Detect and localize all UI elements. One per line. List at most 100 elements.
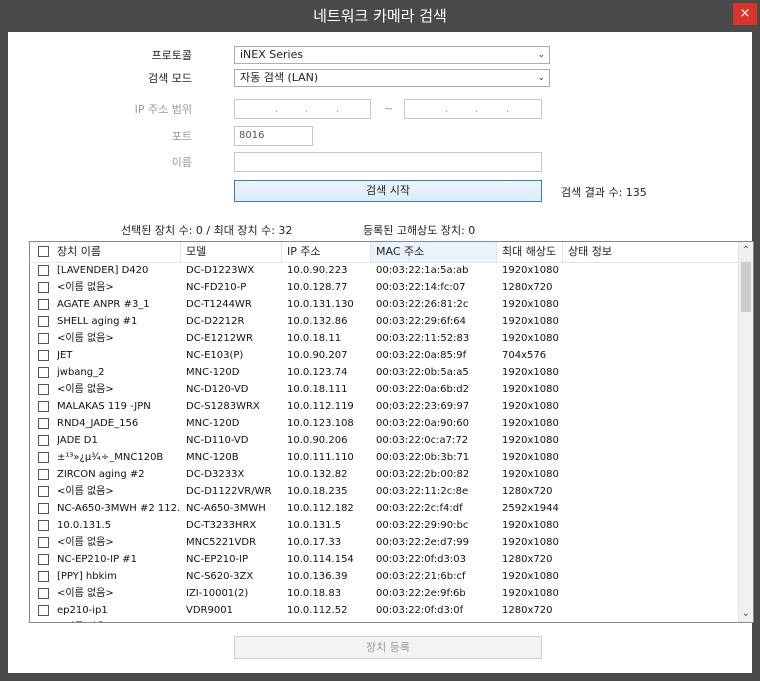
cell-mac: 00:03:22:0f:d3:03 [376,554,466,565]
scroll-up-icon[interactable]: ⌃ [739,242,753,259]
chevron-down-icon: ⌄ [537,50,545,60]
table-row[interactable]: <이름 없음> DC-E1212WR 10.0.18.11 00:03:22:11:5… [30,330,739,347]
cell-status [568,347,738,364]
cell-status [568,534,738,551]
row-checkbox[interactable] [38,503,49,514]
cell-device-name: JET [57,350,73,361]
table-row[interactable]: [PPY] hbkim NC-S620-3ZX 10.0.136.39 00:03:2… [30,568,739,585]
protocol-select[interactable]: iNEX Series ⌄ [234,46,550,64]
cell-ip: 10.0.128.77 [287,282,348,293]
column-header-device-name[interactable]: 장치 이름 [30,242,181,262]
cell-ip: 10.0.132.82 [287,469,348,480]
cell-device-name: <이름 없음> [57,384,114,395]
row-checkbox[interactable] [38,537,49,548]
row-checkbox[interactable] [38,350,49,361]
row-checkbox[interactable] [38,333,49,344]
cell-ip: 10.0.123.74 [287,367,348,378]
table-row[interactable]: JET NC-E103(P) 10.0.90.207 00:03:22:0a:85:9… [30,347,739,364]
cell-device-name: ±¹³»¿µ¾÷_MNC120B [57,452,164,463]
cell-model: NC-S620-3ZX [186,571,254,582]
cell-device-name: [PPY] hbkim [57,571,117,582]
cell-model: DC-D1223WX [186,265,255,276]
table-row[interactable]: AGATE ANPR #3_1 DC-T1244WR 10.0.131.130 00:… [30,296,739,313]
row-checkbox[interactable] [38,367,49,378]
row-checkbox[interactable] [38,265,49,276]
cell-device-name: <이름 없음> [57,333,114,344]
column-header-mac[interactable]: MAC 주소 [371,242,497,262]
column-header-model[interactable]: 모델 [181,242,282,262]
registered-hd-count: 등록된 고해상도 장치: 0 [363,224,476,237]
scroll-down-icon[interactable]: ⌄ [739,605,753,622]
register-device-button[interactable]: 장치 등록 [234,636,542,659]
cell-ip: 10.0.17.33 [287,537,342,548]
row-checkbox[interactable] [38,486,49,497]
select-all-checkbox[interactable] [38,246,49,257]
row-checkbox[interactable] [38,588,49,599]
table-row[interactable]: <이름 없음> DC-Y1513W 10.0.131.17200:03:22:26:… [30,619,739,623]
port-input[interactable]: 8016 [234,126,313,146]
table-row[interactable]: 10.0.131.5 DC-T3233HRX 10.0.131.5 00:03:22:… [30,517,739,534]
device-table[interactable]: 장치 이름 모델 IP 주소 MAC 주소 최대 해상도 상태 정보 [LAVE… [29,241,754,623]
table-row[interactable]: <이름 없음> NC-FD210-P 10.0.128.77 00:03:22:14:… [30,279,739,296]
port-value: 8016 [239,130,265,141]
vertical-scrollbar[interactable]: ⌃ ⌄ [738,242,753,622]
row-checkbox[interactable] [38,520,49,531]
cell-device-name: jwbang_2 [57,367,105,378]
cell-ip: 10.0.131.130 [287,299,354,310]
cell-status [568,500,738,517]
table-row[interactable]: NC-A650-3MWH #2 112.... NC-A650-3MWH 10.0.… [30,500,739,517]
cell-mac: 00:03:22:2e:d7:99 [376,537,469,548]
row-checkbox[interactable] [38,299,49,310]
cell-mac: 00:03:22:26:13:a7 [376,619,472,622]
row-checkbox[interactable] [38,418,49,429]
cell-model: MNC-120D [186,418,240,429]
cell-device-name: <이름 없음> [57,486,114,497]
cell-model: VDR9001 [186,605,233,616]
name-input[interactable] [234,152,542,172]
cell-ip: 10.0.112.119 [287,401,354,412]
cell-ip: 10.0.112.182 [287,503,354,514]
cell-device-name: <이름 없음> [57,282,114,293]
ip-range-end-input[interactable]: ... [404,99,542,119]
row-checkbox[interactable] [38,605,49,616]
row-checkbox[interactable] [38,316,49,327]
search-start-button[interactable]: 검색 시작 [234,180,542,202]
table-row[interactable]: <이름 없음> DC-D1122VR/WR 10.0.18.235 00:03:22:… [30,483,739,500]
table-row[interactable]: ZIRCON aging #2 DC-D3233X 10.0.132.82 00:03… [30,466,739,483]
table-row[interactable]: MALAKAS 119 -JPN DC-S1283WRX 10.0.112.119 0… [30,398,739,415]
search-mode-select[interactable]: 자동 검색 (LAN) ⌄ [234,69,550,87]
row-checkbox[interactable] [38,554,49,565]
row-checkbox[interactable] [38,384,49,395]
row-checkbox[interactable] [38,571,49,582]
column-header-max-resolution[interactable]: 최대 해상도 [497,242,563,262]
table-row[interactable]: <이름 없음> NC-D120-VD 10.0.18.111 00:03:22:0a:… [30,381,739,398]
table-row[interactable]: JADE D1 NC-D110-VD 10.0.90.206 00:03:22:0c:… [30,432,739,449]
column-header-status[interactable]: 상태 정보 [563,242,739,262]
column-header-ip[interactable]: IP 주소 [282,242,371,262]
row-checkbox[interactable] [38,469,49,480]
table-row[interactable]: ±¹³»¿µ¾÷_MNC120B MNC-120B 10.0.111.110 00:0… [30,449,739,466]
table-row[interactable]: NC-EP210-IP #1 NC-EP210-IP 10.0.114.154 00:… [30,551,739,568]
table-row[interactable]: <이름 없음> MNC5221VDR 10.0.17.33 00:03:22:2e:d… [30,534,739,551]
cell-mac: 00:03:22:2b:00:82 [376,469,470,480]
close-button[interactable]: × [733,3,757,25]
cell-status [568,279,738,296]
table-row[interactable]: ep210-ip1 VDR9001 10.0.112.52 00:03:22:0f:d… [30,602,739,619]
table-row[interactable]: SHELL aging #1 DC-D2212R 10.0.132.86 00:03:… [30,313,739,330]
row-checkbox[interactable] [38,452,49,463]
cell-status [568,313,738,330]
table-row[interactable]: <이름 없음> IZI-10001(2) 10.0.18.83 00:03:22:2e… [30,585,739,602]
cell-device-name: <이름 없음> [57,588,114,599]
table-row[interactable]: [LAVENDER] D420 DC-D1223WX 10.0.90.223 00:0… [30,262,739,279]
table-row[interactable]: RND4_JADE_156 MNC-120D 10.0.123.108 00:03:2… [30,415,739,432]
scrollbar-thumb[interactable] [741,262,751,312]
table-row[interactable]: jwbang_2 MNC-120D 10.0.123.74 00:03:22:0b:5… [30,364,739,381]
row-checkbox[interactable] [38,401,49,412]
row-checkbox[interactable] [38,622,49,623]
cell-mac: 00:03:22:0b:5a:a5 [376,367,469,378]
cell-mac: 00:03:22:29:6f:64 [376,316,466,327]
ip-range-start-input[interactable]: ... [234,99,371,119]
row-checkbox[interactable] [38,282,49,293]
cell-model: DC-S1283WRX [186,401,260,412]
row-checkbox[interactable] [38,435,49,446]
